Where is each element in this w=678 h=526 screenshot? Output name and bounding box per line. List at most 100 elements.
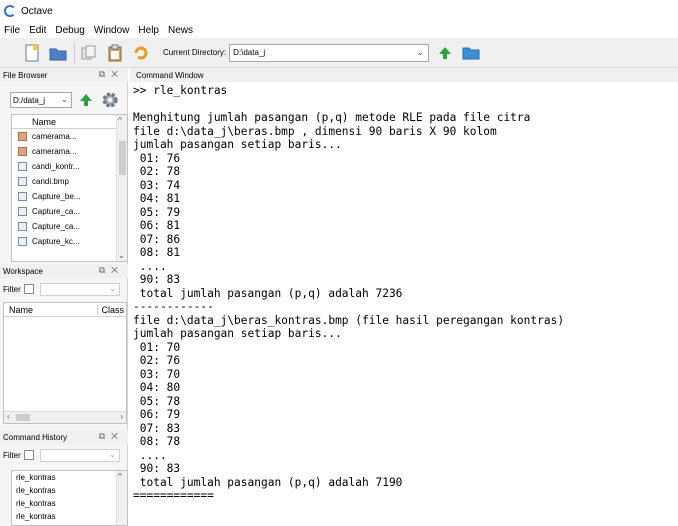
console-line: 08: 78 bbox=[133, 435, 181, 448]
console-line: 04: 80 bbox=[133, 381, 181, 394]
panel-controls[interactable]: ⧉✕ bbox=[99, 69, 124, 80]
console-line: 90: 83 bbox=[133, 273, 181, 286]
command-history-filter: Filter ⌄ bbox=[3, 448, 120, 462]
console-line: total jumlah pasangan (p,q) adalah 7236 bbox=[133, 286, 403, 300]
up-arrow-icon bbox=[80, 94, 92, 106]
file-list-item[interactable]: Capture_be... bbox=[12, 189, 127, 204]
file-list-item[interactable]: Capture_ca... bbox=[12, 204, 127, 219]
paste-button[interactable] bbox=[105, 43, 125, 63]
console-line: file d:\data_j\beras.bmp , dimensi 90 ba… bbox=[133, 124, 497, 138]
file-name: candi.bmp bbox=[32, 177, 69, 186]
menu-help[interactable]: Help bbox=[138, 25, 159, 36]
filter-input[interactable]: ⌄ bbox=[39, 448, 120, 462]
scrollbar-thumb[interactable] bbox=[119, 141, 126, 175]
toolbar-separator bbox=[74, 41, 75, 64]
scroll-right-icon[interactable]: › bbox=[120, 412, 123, 421]
panel-controls[interactable]: ⧉✕ bbox=[99, 431, 124, 442]
file-list-item[interactable]: Capture_ca... bbox=[12, 219, 127, 234]
console-line: 02: 78 bbox=[133, 165, 181, 178]
current-directory-input[interactable]: D:\data_j ⌄ bbox=[229, 43, 430, 62]
workspace-hscrollbar[interactable]: ‹ › bbox=[4, 411, 126, 423]
scroll-down-icon[interactable]: ⌄ bbox=[118, 251, 125, 260]
toolbar: Current Directory: D:\data_j ⌄ bbox=[0, 38, 678, 68]
console-line: file d:\data_j\beras_kontras.bmp (file h… bbox=[133, 313, 565, 327]
file-name: camerama... bbox=[32, 132, 77, 141]
filter-checkbox[interactable] bbox=[23, 284, 34, 294]
file-browser-settings-button[interactable] bbox=[100, 90, 120, 113]
console-line: 07: 86 bbox=[133, 232, 181, 246]
column-name: Name bbox=[32, 116, 57, 127]
console-line: 90: 83 bbox=[133, 462, 181, 475]
menu-window[interactable]: Window bbox=[94, 25, 130, 36]
file-name: Capture_ca... bbox=[32, 222, 81, 231]
chevron-down-icon: ⌄ bbox=[109, 283, 116, 293]
filter-input[interactable]: ⌄ bbox=[39, 282, 120, 296]
file-list-item[interactable]: camerama... bbox=[12, 129, 127, 144]
paste-icon bbox=[108, 44, 122, 61]
command-window-header: Command Window bbox=[130, 68, 678, 82]
file-list-item[interactable]: camerama... bbox=[12, 144, 127, 159]
file-name: camerama... bbox=[32, 147, 77, 156]
filter-label: Filter bbox=[3, 284, 21, 294]
menu-edit[interactable]: Edit bbox=[29, 25, 46, 36]
workspace-title: Workspace bbox=[3, 266, 43, 276]
filter-label: Filter bbox=[3, 450, 21, 460]
parent-directory-button[interactable] bbox=[435, 43, 455, 63]
undo-icon bbox=[134, 46, 148, 59]
column-name: Name bbox=[9, 304, 34, 315]
history-scrollbar[interactable]: ^ bbox=[116, 471, 127, 525]
new-file-button[interactable] bbox=[22, 43, 42, 63]
workspace-table-header[interactable]: Name ^ Class bbox=[4, 303, 126, 317]
file-icon bbox=[18, 207, 27, 216]
console-line: Menghitung jumlah pasangan (p,q) metode … bbox=[133, 111, 531, 124]
open-folder-button[interactable] bbox=[48, 43, 68, 63]
file-list-item[interactable]: Capture_kc... bbox=[12, 234, 127, 249]
title-bar: Octave bbox=[0, 0, 678, 22]
chevron-down-icon: ⌄ bbox=[109, 449, 116, 459]
file-list: Name ^ camerama... camerama... candi_kontr… bbox=[11, 114, 128, 262]
history-item[interactable]: rle_kontras bbox=[12, 497, 127, 510]
copy-button[interactable] bbox=[79, 43, 99, 63]
menu-bar: File Edit Debug Window Help News bbox=[0, 22, 678, 38]
window-title: Octave bbox=[21, 5, 53, 17]
file-browser-header: File Browser ⧉✕ bbox=[0, 68, 128, 82]
file-name: Capture_ca... bbox=[32, 207, 81, 216]
workspace-table: Name ^ Class ‹ › bbox=[3, 302, 127, 424]
image-file-icon bbox=[18, 147, 27, 156]
scroll-left-icon[interactable]: ‹ bbox=[7, 412, 10, 421]
scroll-up-icon[interactable]: ^ bbox=[118, 472, 122, 481]
browse-directory-button[interactable] bbox=[461, 43, 481, 63]
file-icon bbox=[18, 192, 27, 201]
console-line: jumlah pasangan setiap baris... bbox=[133, 138, 342, 151]
console-line: 06: 79 bbox=[133, 408, 181, 421]
console-line: 07: 83 bbox=[133, 421, 181, 435]
copy-icon bbox=[81, 45, 96, 59]
gear-icon bbox=[102, 92, 118, 108]
undo-button[interactable] bbox=[131, 43, 151, 63]
history-item[interactable]: rle_kontras bbox=[12, 471, 127, 484]
command-history-title: Command History bbox=[3, 432, 68, 442]
octave-logo-icon bbox=[4, 5, 16, 17]
history-item[interactable]: rle_kontras bbox=[12, 484, 127, 497]
file-list-header[interactable]: Name ^ bbox=[12, 115, 127, 129]
filter-checkbox[interactable] bbox=[23, 450, 34, 460]
menu-news[interactable]: News bbox=[168, 25, 193, 36]
file-name: Capture_be... bbox=[32, 192, 81, 201]
file-name: candi_kontr... bbox=[32, 162, 80, 171]
menu-file[interactable]: File bbox=[4, 25, 20, 36]
file-list-item[interactable]: candi_kontr... bbox=[12, 159, 127, 174]
parent-directory-button[interactable] bbox=[79, 93, 93, 110]
file-browser-path-input[interactable]: D:/data_j ⌄ bbox=[10, 92, 72, 108]
file-list-item[interactable]: candi.bmp bbox=[12, 174, 127, 189]
file-list-scrollbar[interactable]: ^ ⌄ bbox=[116, 115, 127, 261]
scroll-up-icon[interactable]: ^ bbox=[118, 116, 122, 125]
scrollbar-thumb[interactable] bbox=[16, 414, 30, 421]
console-line: ------------ bbox=[133, 300, 214, 313]
history-item[interactable]: rle_kontras bbox=[12, 510, 127, 523]
command-window[interactable]: >> rle_kontras Menghitung jumlah pasangan… bbox=[133, 82, 678, 526]
console-line: 05: 79 bbox=[133, 205, 181, 219]
panel-controls[interactable]: ⧉✕ bbox=[99, 265, 124, 276]
console-line: jumlah pasangan setiap baris... bbox=[133, 327, 342, 340]
menu-debug[interactable]: Debug bbox=[55, 25, 84, 36]
console-line: .... bbox=[133, 448, 167, 462]
